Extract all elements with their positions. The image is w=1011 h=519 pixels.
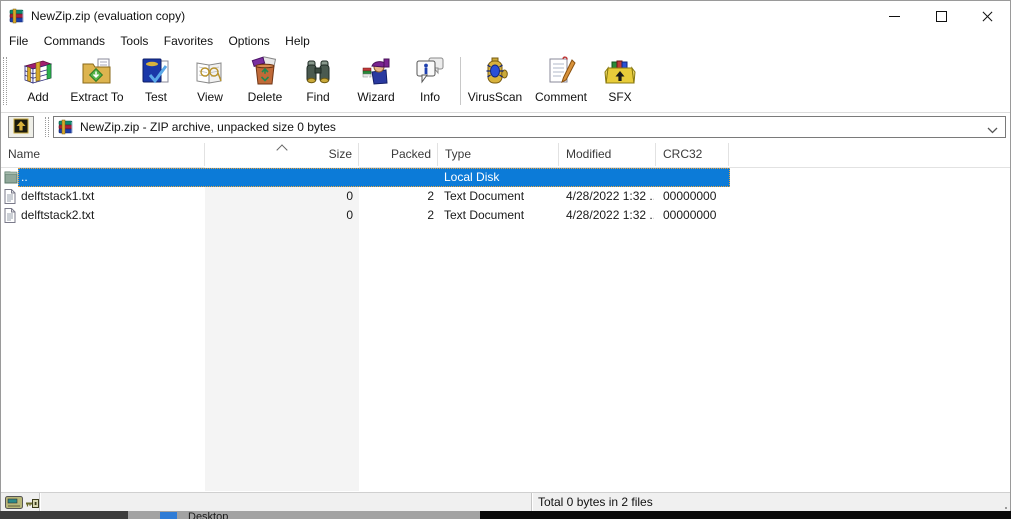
column-header-modified[interactable]: Modified [559, 143, 656, 166]
file-list: .. Local Disk delftstack1.txt 0 2 Text D… [1, 167, 1010, 491]
addressbar-drag-handle[interactable] [45, 117, 49, 137]
menu-favorites[interactable]: Favorites [158, 31, 219, 51]
close-icon [981, 10, 994, 23]
background-panel-fragment: Desktop [128, 511, 480, 519]
folder-up-icon [13, 118, 29, 137]
add-button[interactable]: Add [6, 56, 70, 104]
text-document-icon [4, 208, 16, 226]
addressbar: NewZip.zip - ZIP archive, unpacked size … [1, 113, 1010, 144]
app-icon [9, 8, 25, 27]
screen: NewZip.zip (evaluation copy) File Comman… [0, 0, 1011, 519]
cell-size: 0 [346, 208, 353, 222]
cell-packed: 2 [427, 189, 434, 203]
column-header-type[interactable]: Type [438, 143, 559, 166]
list-item-parent-dir[interactable]: .. Local Disk [1, 168, 730, 187]
background-window-fragment: Desktop [0, 511, 1011, 519]
extract-to-button[interactable]: Extract To [65, 56, 129, 104]
toolbar-separator [460, 57, 461, 105]
background-dark-area [480, 511, 1011, 519]
menu-file[interactable]: File [3, 31, 34, 51]
list-item-file-1[interactable]: delftstack1.txt 0 2 Text Document 4/28/2… [1, 187, 730, 206]
cell-crc32: 00000000 [663, 208, 717, 222]
close-button[interactable] [964, 1, 1010, 31]
cell-crc32: 00000000 [663, 189, 717, 203]
cell-packed: 2 [427, 208, 434, 222]
zip-archive-icon [58, 119, 74, 138]
info-button[interactable]: Info [398, 56, 462, 104]
find-label: Find [306, 90, 330, 104]
sfx-icon [588, 56, 652, 88]
menu-commands[interactable]: Commands [38, 31, 111, 51]
winrar-window: NewZip.zip (evaluation copy) File Comman… [0, 0, 1011, 512]
virusscan-icon [463, 56, 527, 88]
desktop-icon [160, 512, 177, 519]
toolbar: Add Extract To Test View Delete Find Wiz… [1, 51, 1010, 113]
extract-to-label: Extract To [70, 90, 124, 104]
window-title: NewZip.zip (evaluation copy) [31, 9, 186, 23]
sfx-button[interactable]: SFX [588, 56, 652, 104]
comment-button[interactable]: Comment [529, 56, 593, 104]
cell-name: delftstack2.txt [21, 208, 95, 222]
find-icon [286, 56, 350, 88]
cell-type: Text Document [444, 208, 525, 222]
folder-icon [4, 170, 18, 187]
info-label: Info [419, 90, 440, 104]
minimize-button[interactable] [871, 1, 917, 31]
list-item-file-2[interactable]: delftstack2.txt 0 2 Text Document 4/28/2… [1, 206, 730, 225]
comment-icon [529, 56, 593, 88]
menu-tools[interactable]: Tools [114, 31, 154, 51]
statusbar-divider [39, 493, 41, 512]
cell-type: Text Document [444, 189, 525, 203]
resize-grip[interactable] [1005, 507, 1007, 509]
comment-label: Comment [534, 90, 587, 104]
cell-modified: 4/28/2022 1:32 ... [566, 208, 654, 222]
archive-description: NewZip.zip - ZIP archive, unpacked size … [80, 120, 336, 134]
find-button[interactable]: Find [286, 56, 350, 104]
up-one-level-button[interactable] [8, 116, 34, 138]
menu-options[interactable]: Options [222, 31, 275, 51]
menubar: File Commands Tools Favorites Options He… [1, 31, 1010, 51]
column-header-crc32[interactable]: CRC32 [656, 143, 729, 166]
maximize-icon [935, 10, 947, 22]
background-desktop-label: Desktop [188, 511, 229, 519]
maximize-button[interactable] [918, 1, 964, 31]
info-icon [398, 56, 462, 88]
chevron-down-icon[interactable] [987, 123, 998, 137]
column-header-name[interactable]: Name [1, 143, 205, 166]
statusbar: Total 0 bytes in 2 files [1, 492, 1010, 512]
cell-modified: 4/28/2022 1:32 ... [566, 189, 654, 203]
text-document-icon [4, 189, 16, 207]
virusscan-button[interactable]: VirusScan [463, 56, 527, 104]
sfx-label: SFX [608, 90, 632, 104]
drive-icon[interactable] [5, 496, 23, 512]
archive-path-combobox[interactable]: NewZip.zip - ZIP archive, unpacked size … [53, 116, 1006, 138]
titlebar: NewZip.zip (evaluation copy) [1, 1, 1010, 31]
cell-type: Local Disk [444, 170, 500, 184]
cell-name: delftstack1.txt [21, 189, 95, 203]
cell-name: .. [21, 170, 28, 184]
cell-size: 0 [346, 189, 353, 203]
list-header: Name Size Packed Type Modified CRC32 [1, 143, 1010, 168]
status-total-text: Total 0 bytes in 2 files [538, 495, 653, 509]
column-header-packed[interactable]: Packed [359, 143, 438, 166]
menu-help[interactable]: Help [279, 31, 316, 51]
add-icon [6, 56, 70, 88]
extract-to-icon [65, 56, 129, 88]
add-label: Add [27, 90, 49, 104]
key-icon[interactable] [25, 498, 39, 512]
minimize-icon [888, 15, 900, 17]
statusbar-divider [531, 493, 533, 512]
virusscan-label: VirusScan [467, 90, 523, 104]
